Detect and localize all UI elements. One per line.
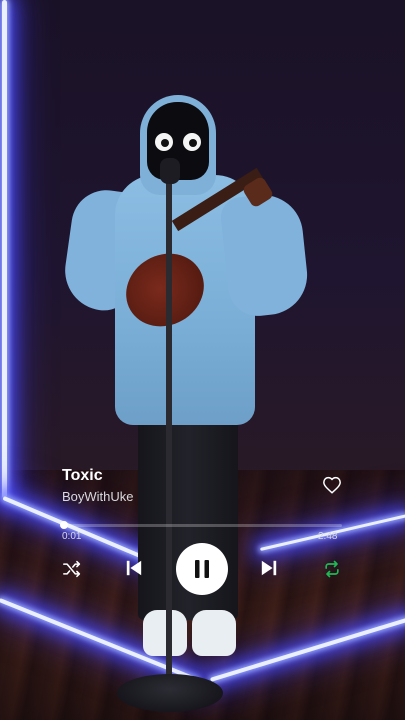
progress-knob[interactable] (59, 521, 68, 529)
pause-icon (195, 560, 209, 578)
player-overlay: Toxic BoyWithUke 0:01 2:48 (0, 0, 405, 720)
repeat-button[interactable] (320, 557, 344, 581)
total-duration: 2:48 (318, 531, 338, 542)
heart-outline-icon (323, 476, 341, 494)
like-button[interactable] (321, 474, 343, 496)
skip-previous-icon (126, 560, 142, 576)
track-title[interactable]: Toxic (62, 467, 103, 485)
elapsed-time: 0:01 (62, 531, 82, 542)
shuffle-icon (63, 560, 81, 578)
skip-next-icon (261, 560, 277, 576)
progress-bar[interactable] (59, 521, 342, 529)
repeat-icon (325, 560, 339, 578)
pause-button[interactable] (176, 543, 228, 595)
shuffle-button[interactable] (60, 558, 84, 580)
next-button[interactable] (258, 557, 280, 579)
track-artist[interactable]: BoyWithUke (62, 489, 134, 504)
previous-button[interactable] (123, 557, 145, 579)
